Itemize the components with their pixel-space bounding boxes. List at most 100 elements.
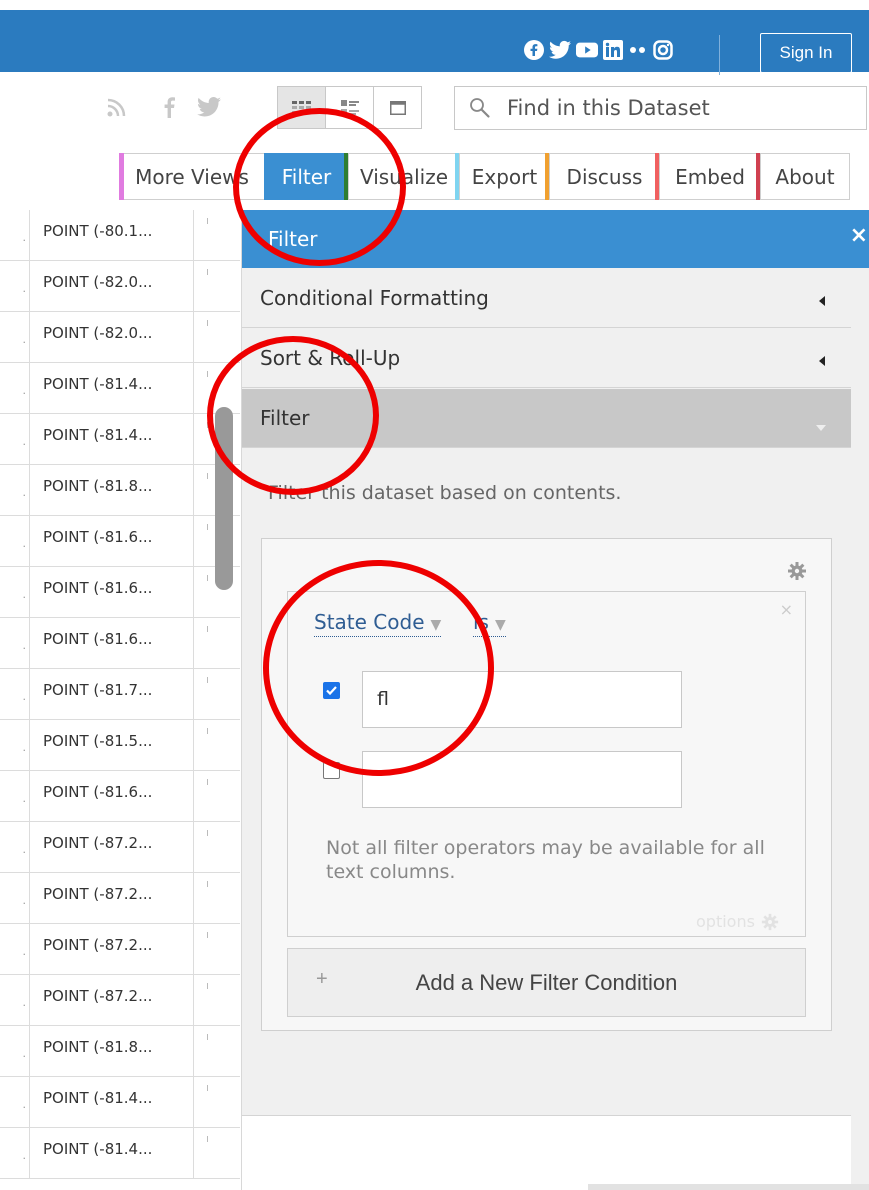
filter-condition: × State Code ▼ is ▼ fl Not all filter oper… <box>287 591 806 937</box>
search-input[interactable] <box>505 95 839 121</box>
location-cell: POINT (-80.1... <box>30 210 194 260</box>
ellipsis-icon: . <box>22 435 27 448</box>
value-input-1[interactable]: fl <box>362 671 682 728</box>
location-cell: POINT (-87.2... <box>30 975 194 1025</box>
table-row[interactable]: . POINT (-87.2... <box>0 822 240 873</box>
table-row[interactable]: . POINT (-81.6... <box>0 618 240 669</box>
ellipsis-icon: . <box>22 588 27 601</box>
row-cell-next <box>194 363 240 413</box>
list-view-icon[interactable] <box>325 86 374 129</box>
row-cell-truncated: . <box>0 669 30 719</box>
location-cell: POINT (-81.4... <box>30 1077 194 1127</box>
ellipsis-icon: . <box>22 1047 27 1060</box>
location-cell: POINT (-81.6... <box>30 516 194 566</box>
ellipsis-icon: . <box>22 945 27 958</box>
tab-visualize[interactable]: Visualize <box>348 153 460 200</box>
row-cell-truncated: . <box>0 771 30 821</box>
collapse-arrow-icon <box>817 288 827 312</box>
facebook-icon[interactable] <box>524 40 544 60</box>
row-cell-truncated: . <box>0 924 30 974</box>
row-cell-truncated: . <box>0 465 30 515</box>
grid-view-icon[interactable] <box>277 86 326 129</box>
section-sort-rollup[interactable]: Sort & Roll-Up <box>242 329 851 388</box>
table-row[interactable]: . POINT (-81.4... <box>0 1077 240 1128</box>
tab-discuss[interactable]: Discuss <box>549 153 660 200</box>
section-conditional-formatting[interactable]: Conditional Formatting <box>242 269 851 328</box>
row-cell-next <box>194 975 240 1025</box>
filter-group: × State Code ▼ is ▼ fl Not all filter oper… <box>261 538 832 1031</box>
instagram-icon[interactable] <box>653 40 673 60</box>
twitter-icon[interactable] <box>549 40 571 60</box>
table-row[interactable]: . POINT (-81.8... <box>0 465 240 516</box>
page-view-icon[interactable] <box>373 86 422 129</box>
location-cell: POINT (-81.6... <box>30 618 194 668</box>
row-cell-truncated: . <box>0 312 30 362</box>
filter-panel: Filter × Conditional Formatting Sort & R… <box>241 210 869 1190</box>
add-filter-condition-button[interactable]: + Add a New Filter Condition <box>287 948 806 1017</box>
ellipsis-icon: . <box>22 486 27 499</box>
tab-more-views[interactable]: More Views <box>119 153 265 200</box>
value-checkbox-2[interactable] <box>323 762 340 779</box>
ellipsis-icon: . <box>22 231 27 244</box>
panel-title: Filter <box>268 227 318 251</box>
row-cell-next <box>194 873 240 923</box>
header-divider <box>719 35 720 75</box>
row-cell-next <box>194 669 240 719</box>
table-row[interactable]: . POINT (-80.1... <box>0 210 240 261</box>
table-row[interactable]: . POINT (-81.4... <box>0 414 240 465</box>
table-row[interactable]: . POINT (-81.7... <box>0 669 240 720</box>
panel-footer <box>242 1116 851 1190</box>
table-row[interactable]: . POINT (-87.2... <box>0 873 240 924</box>
value-input-2[interactable] <box>362 751 682 808</box>
gear-icon[interactable] <box>787 561 807 585</box>
facebook-share-icon[interactable] <box>163 95 175 119</box>
table-row[interactable]: . POINT (-82.0... <box>0 261 240 312</box>
table-row[interactable]: . POINT (-81.6... <box>0 771 240 822</box>
value-checkbox-1[interactable] <box>323 682 340 699</box>
table-row[interactable]: . POINT (-82.0... <box>0 312 240 363</box>
tab-embed[interactable]: Embed <box>659 153 761 200</box>
table-row[interactable]: . POINT (-81.6... <box>0 567 240 618</box>
row-cell-truncated: . <box>0 567 30 617</box>
table-row[interactable]: . POINT (-81.5... <box>0 720 240 771</box>
table-row[interactable]: . POINT (-81.8... <box>0 1026 240 1077</box>
flickr-icon[interactable] <box>628 40 648 60</box>
remove-condition-icon[interactable]: × <box>780 600 793 619</box>
collapse-arrow-icon <box>817 348 827 372</box>
sign-in-button[interactable]: Sign In <box>760 33 852 73</box>
rss-icon[interactable] <box>107 95 127 119</box>
location-cell: POINT (-87.2... <box>30 873 194 923</box>
table-row[interactable]: . POINT (-87.2... <box>0 975 240 1026</box>
location-cell: POINT (-81.6... <box>30 771 194 821</box>
row-cell-truncated: . <box>0 618 30 668</box>
row-cell-truncated: . <box>0 210 30 260</box>
close-icon[interactable]: × <box>850 223 868 248</box>
operator-picker[interactable]: is ▼ <box>473 610 506 637</box>
section-filter[interactable]: Filter <box>242 389 851 448</box>
location-cell: POINT (-87.2... <box>30 822 194 872</box>
location-cell: POINT (-81.4... <box>30 1128 194 1178</box>
column-picker[interactable]: State Code ▼ <box>314 610 442 637</box>
ellipsis-icon: . <box>22 282 27 295</box>
table-row[interactable]: . POINT (-87.2... <box>0 924 240 975</box>
table-row[interactable]: . POINT (-81.4... <box>0 1128 240 1179</box>
options-link[interactable]: options <box>696 912 779 931</box>
panel-header: Filter × <box>242 210 869 268</box>
twitter-share-icon[interactable] <box>197 95 221 119</box>
table-row[interactable]: . POINT (-81.6... <box>0 516 240 567</box>
youtube-icon[interactable] <box>576 40 598 60</box>
site-header: Sign In <box>0 10 869 75</box>
table-scrollbar[interactable] <box>215 407 233 590</box>
row-cell-next <box>194 771 240 821</box>
location-cell: POINT (-82.0... <box>30 312 194 362</box>
row-cell-next <box>194 1077 240 1127</box>
tab-about[interactable]: About <box>760 153 850 200</box>
linkedin-icon[interactable] <box>603 40 623 60</box>
footer-shadow <box>588 1184 869 1190</box>
ellipsis-icon: . <box>22 1149 27 1162</box>
table-row[interactable]: . POINT (-81.4... <box>0 363 240 414</box>
ellipsis-icon: . <box>22 792 27 805</box>
tab-filter[interactable]: Filter <box>264 153 349 200</box>
location-cell: POINT (-81.4... <box>30 414 194 464</box>
tab-export[interactable]: Export <box>459 153 550 200</box>
